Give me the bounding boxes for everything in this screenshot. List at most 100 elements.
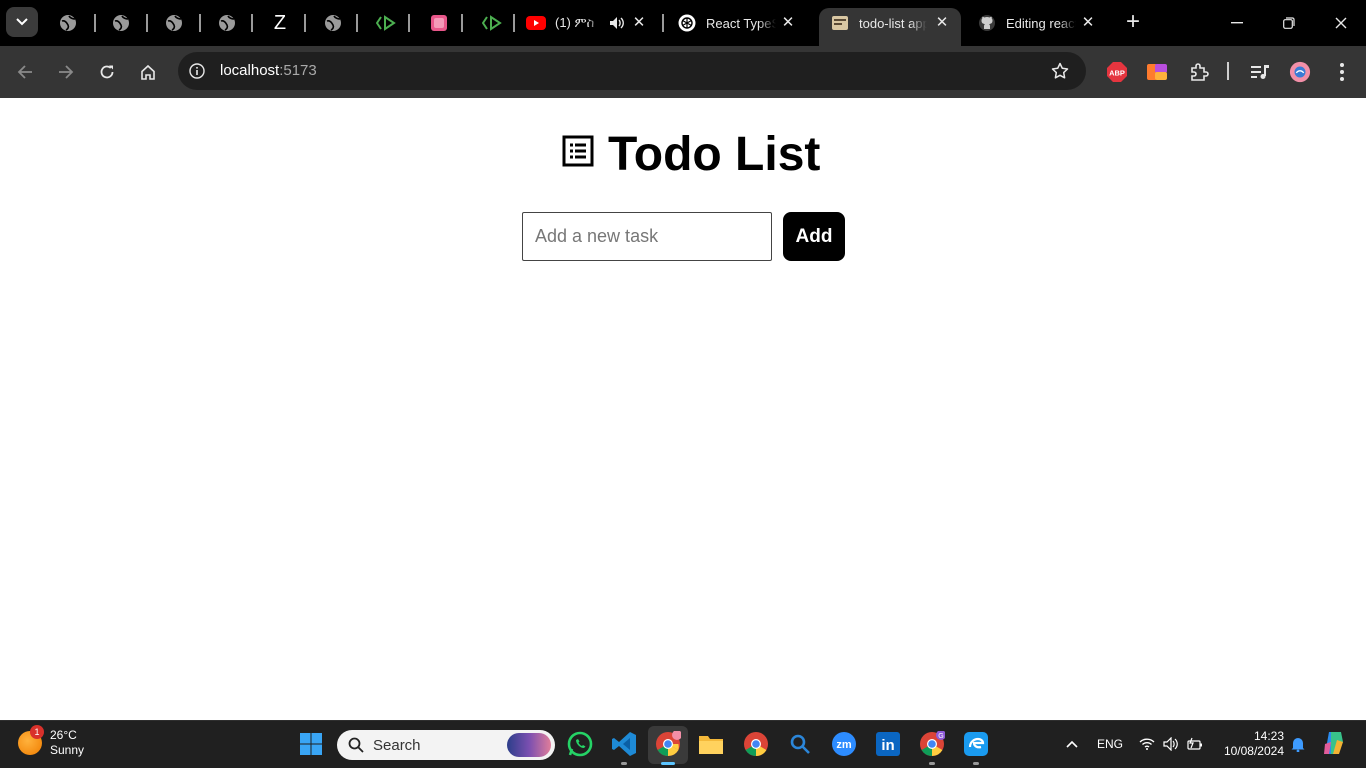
close-tab-icon[interactable]: ✕ (933, 14, 951, 32)
edge-app[interactable] (962, 730, 990, 758)
file-explorer-app[interactable] (697, 730, 725, 758)
language-indicator[interactable]: ENG (1094, 731, 1126, 757)
folder-icon (699, 736, 723, 754)
adblock-plus-icon: ABP (1107, 62, 1127, 82)
whatsapp-app[interactable] (566, 730, 594, 758)
profile-avatar[interactable] (1289, 61, 1311, 83)
tab-separator (199, 14, 201, 32)
code-play-icon (376, 13, 396, 33)
copilot-button[interactable] (1320, 729, 1348, 757)
tab-todo-list-app[interactable]: todo-list app ✕ (819, 8, 961, 46)
close-tab-icon[interactable]: ✕ (630, 14, 648, 32)
pinned-tab[interactable] (52, 8, 105, 38)
svg-text:ABP: ABP (1109, 69, 1125, 78)
running-indicator (973, 762, 979, 765)
svg-text:G: G (938, 733, 943, 740)
search-icon (347, 736, 365, 754)
linkedin-app[interactable]: in (874, 730, 902, 758)
colorful-extension[interactable] (1146, 61, 1168, 83)
zoom-app[interactable]: zm (830, 730, 858, 758)
speaker-icon[interactable] (609, 15, 625, 31)
toolbar-separator (1227, 62, 1229, 80)
more-vertical-icon (1340, 63, 1344, 81)
forward-button[interactable] (52, 58, 80, 86)
pinned-tab[interactable] (423, 8, 476, 38)
running-indicator (621, 762, 627, 765)
new-task-input[interactable] (522, 212, 772, 261)
back-button[interactable] (11, 58, 39, 86)
globe-icon (111, 13, 131, 33)
tab-github-editing[interactable]: Editing react ✕ (977, 8, 1107, 38)
battery-charging-icon[interactable] (1186, 731, 1204, 757)
pinned-tab[interactable] (317, 8, 370, 38)
date: 10/08/2024 (1223, 744, 1284, 758)
tab-separator (662, 14, 664, 32)
z-logo-icon: Z (273, 11, 287, 34)
windows-taskbar: 1 26°C Sunny Search zm in G ENG 14:23 10… (0, 720, 1366, 768)
tab-react-typescript[interactable]: React TypeSc ✕ (677, 8, 807, 38)
chrome-app[interactable] (742, 730, 770, 758)
restore-button[interactable] (1274, 10, 1304, 36)
wifi-icon[interactable] (1138, 731, 1156, 757)
start-button[interactable] (297, 730, 325, 758)
tab-youtube[interactable]: (1) ምስ ✕ (526, 8, 658, 38)
linkedin-icon: in (876, 732, 900, 756)
url-port: :5173 (279, 62, 317, 79)
zoom-icon: zm (832, 732, 856, 756)
reload-button[interactable] (93, 58, 121, 86)
globe-icon (58, 13, 78, 33)
tab-separator (146, 14, 148, 32)
minimize-button[interactable] (1222, 10, 1252, 36)
pinned-tab[interactable] (105, 8, 158, 38)
pinned-tab[interactable] (211, 8, 264, 38)
tab-search-button[interactable] (6, 7, 38, 37)
notification-bell-icon[interactable] (1289, 731, 1307, 757)
show-hidden-icons-button[interactable] (1062, 731, 1082, 757)
pinned-tab[interactable]: Z (264, 8, 317, 38)
close-window-button[interactable] (1326, 10, 1356, 36)
chrome-app-active[interactable] (654, 730, 682, 758)
weather-widget[interactable]: 1 26°C Sunny (18, 725, 84, 758)
bookmark-star-icon[interactable] (1050, 61, 1070, 81)
tab-separator (461, 14, 463, 32)
site-info-icon[interactable] (188, 62, 206, 80)
pinned-tab[interactable] (158, 8, 211, 38)
chrome-profile-app[interactable]: G (918, 730, 946, 758)
new-tab-button[interactable]: + (1122, 10, 1144, 34)
address-bar[interactable]: localhost:5173 (178, 52, 1086, 90)
home-button[interactable] (134, 58, 162, 86)
running-indicator (929, 762, 935, 765)
list-icon (562, 135, 594, 167)
browser-tab-strip: Z (1) ምስ ✕ React TypeSc ✕ t (0, 0, 1366, 46)
close-tab-icon[interactable]: ✕ (1079, 14, 1097, 32)
taskbar-search[interactable]: Search (337, 730, 555, 760)
weather-text: 26°C Sunny (50, 728, 84, 758)
close-tab-icon[interactable]: ✕ (779, 14, 797, 32)
chevron-up-icon (1066, 740, 1078, 748)
page-title: Todo List (608, 127, 821, 181)
avatar-icon (1289, 61, 1311, 83)
copilot-icon (1324, 732, 1343, 754)
browser-app-icon (964, 732, 988, 756)
extensions-button[interactable] (1188, 61, 1210, 83)
globe-icon (323, 13, 343, 33)
pinned-tab[interactable] (370, 8, 423, 38)
add-task-button[interactable]: Add (783, 212, 845, 261)
vscode-app[interactable] (610, 730, 638, 758)
pinned-tab[interactable] (476, 8, 529, 38)
tab-separator (513, 14, 515, 32)
magnifier-app[interactable] (786, 730, 814, 758)
media-control-button[interactable] (1249, 61, 1271, 83)
chatgpt-icon (677, 13, 697, 33)
minimize-icon (1231, 22, 1243, 24)
browser-toolbar: localhost:5173 ABP (0, 46, 1366, 98)
browser-menu-button[interactable] (1331, 61, 1353, 83)
svg-text:in: in (881, 737, 894, 754)
volume-icon[interactable] (1162, 731, 1180, 757)
whatsapp-icon (567, 731, 593, 757)
active-indicator (661, 762, 675, 765)
time: 14:23 (1253, 729, 1284, 743)
adblock-plus-extension[interactable]: ABP (1106, 61, 1128, 83)
clock[interactable]: 14:23 10/08/2024 (1218, 729, 1284, 759)
search-highlight-image (507, 733, 551, 757)
